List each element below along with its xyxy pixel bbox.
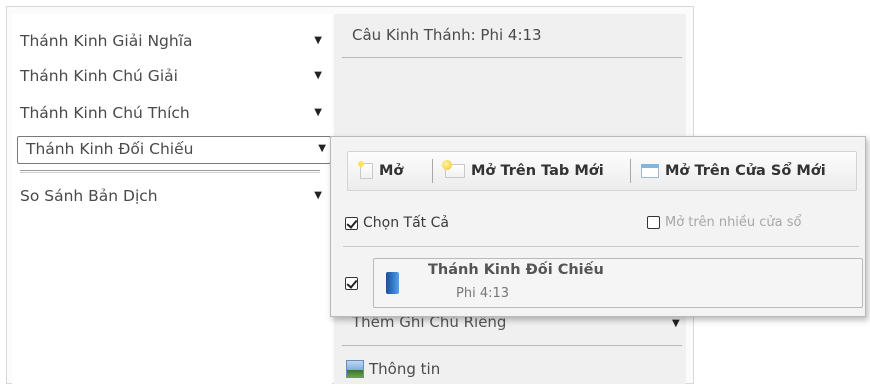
result-title: Thánh Kinh Đối Chiếu bbox=[428, 262, 604, 278]
menu-divider bbox=[20, 172, 320, 173]
select-all-label: Chọn Tất Cả bbox=[363, 215, 449, 231]
chevron-down-icon[interactable]: ▼ bbox=[314, 181, 322, 211]
verse-divider bbox=[342, 57, 682, 58]
verse-title: Câu Kinh Thánh: Phi 4:13 bbox=[352, 26, 542, 44]
menu-item-label: Thánh Kinh Chú Thích bbox=[20, 104, 190, 122]
open-button[interactable]: Mở bbox=[358, 158, 404, 184]
chevron-down-icon[interactable]: ▼ bbox=[318, 137, 326, 161]
menu-item-label: Thánh Kinh Chú Giải bbox=[20, 67, 178, 85]
toolbar-divider bbox=[630, 159, 631, 183]
result-checkbox[interactable] bbox=[345, 277, 358, 290]
menu-item-label: So Sánh Bản Dịch bbox=[20, 187, 158, 205]
multi-window-label: Mở trên nhiều cửa sổ bbox=[665, 215, 802, 230]
open-new-tab-button[interactable]: Mở Trên Tab Mới bbox=[442, 158, 604, 184]
result-reference: Phi 4:13 bbox=[456, 286, 510, 301]
menu-item-so-sanh[interactable]: So Sánh Bản Dịch ▼ bbox=[20, 181, 326, 211]
menu-item-chu-thich[interactable]: Thánh Kinh Chú Thích ▼ bbox=[20, 98, 326, 128]
chevron-down-icon[interactable]: ▼ bbox=[672, 318, 680, 329]
info-divider bbox=[342, 345, 682, 346]
result-item[interactable]: Thánh Kinh Đối Chiếu Phi 4:13 bbox=[373, 258, 863, 308]
menu-item-giai-nghia[interactable]: Thánh Kinh Giải Nghĩa ▼ bbox=[20, 26, 326, 56]
open-new-tab-label: Mở Trên Tab Mới bbox=[471, 163, 604, 179]
info-label: Thông tin bbox=[369, 360, 441, 378]
menu-item-doi-chieu[interactable]: Thánh Kinh Đối Chiếu ▼ bbox=[17, 136, 331, 164]
chevron-down-icon[interactable]: ▼ bbox=[314, 98, 322, 128]
new-tab-icon bbox=[442, 160, 465, 178]
open-new-window-label: Mở Trên Cửa Sổ Mới bbox=[665, 163, 826, 179]
menu-item-label: Thánh Kinh Đối Chiếu bbox=[26, 140, 194, 158]
menu-item-chu-giai[interactable]: Thánh Kinh Chú Giải ▼ bbox=[20, 61, 326, 91]
popup-divider bbox=[343, 246, 859, 247]
open-new-window-button[interactable]: Mở Trên Cửa Sổ Mới bbox=[641, 158, 826, 184]
multi-window-checkbox[interactable] bbox=[647, 216, 660, 229]
popup-toolbar: Mở Mở Trên Tab Mới Mở Trên Cửa Sổ Mới bbox=[347, 151, 857, 191]
select-all-checkbox[interactable] bbox=[345, 216, 358, 230]
window-icon bbox=[641, 164, 659, 178]
chevron-down-icon[interactable]: ▼ bbox=[314, 61, 322, 91]
select-all-row[interactable]: Chọn Tất Cả bbox=[345, 215, 449, 231]
open-popup: Mở Mở Trên Tab Mới Mở Trên Cửa Sổ Mới Ch… bbox=[330, 136, 866, 317]
menu-item-label: Thánh Kinh Giải Nghĩa bbox=[20, 32, 193, 50]
document-icon bbox=[358, 161, 373, 179]
picture-icon bbox=[346, 360, 364, 378]
chevron-down-icon[interactable]: ▼ bbox=[314, 26, 322, 56]
book-icon bbox=[386, 272, 399, 294]
open-button-label: Mở bbox=[379, 163, 404, 179]
multi-window-row[interactable]: Mở trên nhiều cửa sổ bbox=[647, 215, 802, 230]
menu-divider bbox=[20, 170, 320, 171]
info-button[interactable]: Thông tin bbox=[346, 358, 440, 380]
toolbar-divider bbox=[432, 159, 433, 183]
